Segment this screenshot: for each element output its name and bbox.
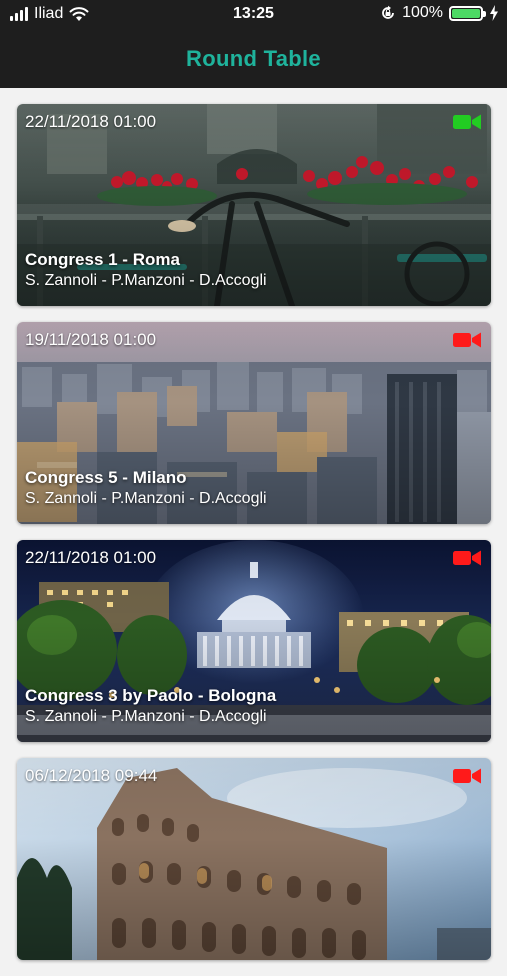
event-date: 22/11/2018 01:00 <box>25 548 157 567</box>
event-speakers: S. Zannoli - P.Manzoni - D.Accogli <box>25 490 267 507</box>
event-date: 06/12/2018 09:44 <box>25 766 158 785</box>
page-title: Round Table <box>186 46 321 71</box>
event-card[interactable]: 22/11/2018 01:00 Congress 1 - Roma S. Za… <box>17 104 491 306</box>
event-title: Congress 3 by Paolo - Bologna <box>25 686 277 705</box>
status-right: 100% <box>380 4 499 22</box>
event-card[interactable]: 19/11/2018 01:00 Congress 5 - Milano S. … <box>17 322 491 524</box>
video-camera-icon <box>453 114 481 130</box>
video-camera-icon <box>453 332 481 348</box>
image-overlay <box>17 758 491 960</box>
event-title: Congress 5 - Milano <box>25 468 187 487</box>
event-date: 22/11/2018 01:00 <box>25 112 157 131</box>
event-speakers: S. Zannoli - P.Manzoni - D.Accogli <box>25 708 267 725</box>
battery-percent: 100% <box>402 4 443 21</box>
charging-bolt-icon <box>490 5 498 21</box>
video-camera-icon <box>453 768 481 784</box>
event-speakers: S. Zannoli - P.Manzoni - D.Accogli <box>25 272 267 289</box>
battery-icon <box>449 5 486 21</box>
orientation-lock-icon <box>382 5 394 19</box>
event-date: 19/11/2018 01:00 <box>25 330 157 349</box>
navigation-bar: Round Table <box>0 30 507 88</box>
status-bar: Iliad 13:25 100% <box>0 0 507 30</box>
video-camera-icon <box>453 550 481 566</box>
event-card[interactable]: 06/12/2018 09:44 <box>17 758 491 960</box>
event-card[interactable]: 22/11/2018 01:00 Congress 3 by Paolo - B… <box>17 540 491 742</box>
event-title: Congress 1 - Roma <box>25 250 180 269</box>
event-list: 22/11/2018 01:00 Congress 1 - Roma S. Za… <box>17 104 491 976</box>
